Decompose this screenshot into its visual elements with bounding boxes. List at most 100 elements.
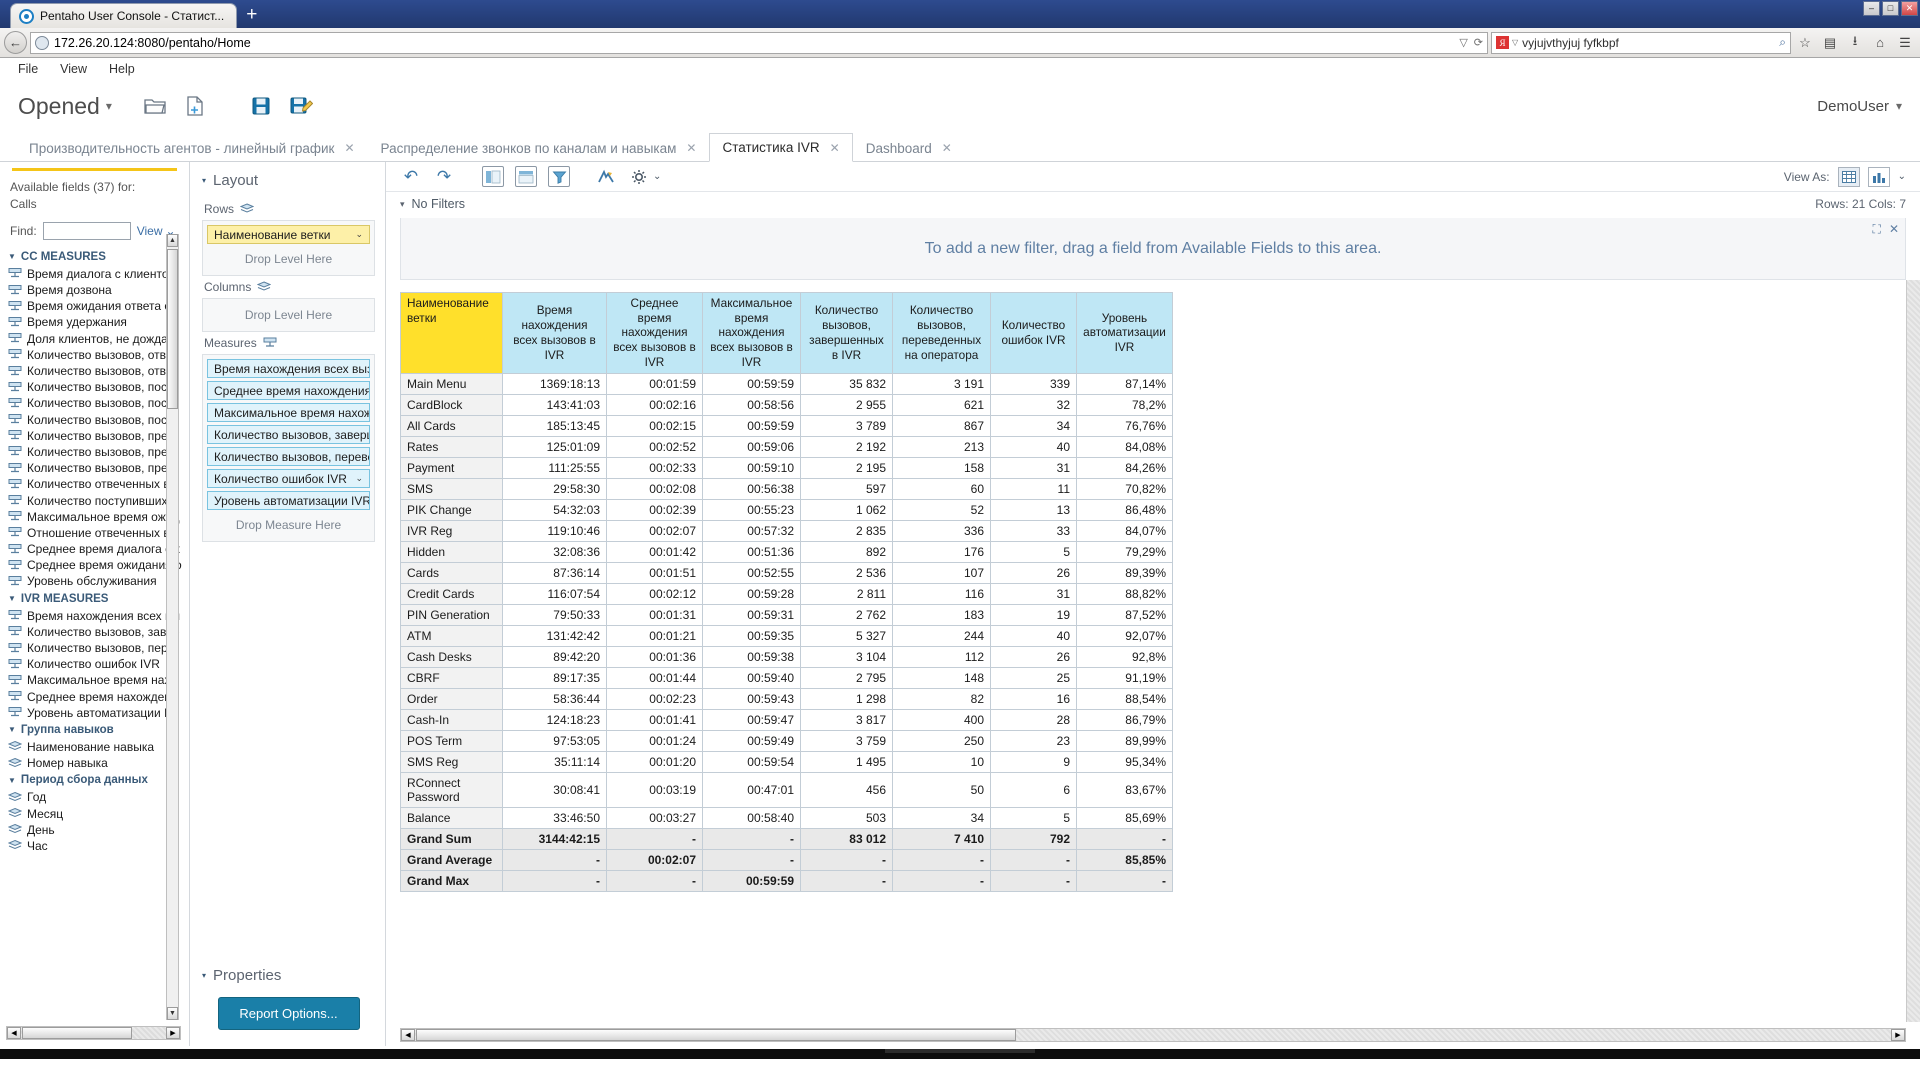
field-item[interactable]: Время ожидания ответа оп <box>8 298 189 314</box>
settings-icon[interactable] <box>628 166 650 187</box>
row-header-cell[interactable]: Cash Desks <box>401 646 503 667</box>
close-icon[interactable]: ✕ <box>942 141 952 155</box>
row-header-cell[interactable]: Cash-In <box>401 709 503 730</box>
row-header-cell[interactable]: CBRF <box>401 667 503 688</box>
pivot-horizontal-scrollbar[interactable]: ◀ ▶ <box>400 1028 1906 1042</box>
doc-tab-agent-performance[interactable]: Производительность агентов - линейный гр… <box>16 133 368 162</box>
row-header-cell[interactable]: Payment <box>401 457 503 478</box>
field-item[interactable]: Уровень обслуживания <box>8 573 189 589</box>
row-header-cell[interactable]: SMS <box>401 478 503 499</box>
table-row[interactable]: ATM131:42:4200:01:2100:59:355 3272444092… <box>401 625 1173 646</box>
scroll-left-arrow-icon[interactable]: ◀ <box>401 1029 415 1041</box>
scroll-left-arrow-icon[interactable]: ◀ <box>7 1027 21 1039</box>
table-column-header[interactable]: Количество ошибок IVR <box>991 293 1077 374</box>
open-folder-icon[interactable] <box>142 93 168 119</box>
browser-tab[interactable]: Pentaho User Console - Статист... <box>10 3 237 28</box>
filter-icon[interactable] <box>548 166 570 187</box>
field-item[interactable]: Время дозвона <box>8 282 189 298</box>
search-magnifier-icon[interactable]: ⌕ <box>1779 35 1786 50</box>
table-row[interactable]: Main Menu1369:18:1300:01:5900:59:5935 83… <box>401 373 1173 394</box>
columns-dropzone[interactable]: Drop Level Here <box>202 298 375 332</box>
table-row[interactable]: PIK Change54:32:0300:02:3900:55:231 0625… <box>401 499 1173 520</box>
scroll-right-arrow-icon[interactable]: ▶ <box>1891 1029 1905 1041</box>
doc-tab-ivr-statistics[interactable]: Статистика IVR ✕ <box>709 133 852 162</box>
table-row[interactable]: Credit Cards116:07:5400:02:1200:59:282 8… <box>401 583 1173 604</box>
field-item[interactable]: Среднее время диалога с к <box>8 541 189 557</box>
table-row[interactable]: CBRF89:17:3500:01:4400:59:402 7951482591… <box>401 667 1173 688</box>
filter-dropzone[interactable]: To add a new filter, drag a field from A… <box>400 218 1906 280</box>
row-header-cell[interactable]: All Cards <box>401 415 503 436</box>
measure-chip[interactable]: Количество ошибок IVR⌄ <box>207 469 370 488</box>
table-row[interactable]: Rates125:01:0900:02:5200:59:062 19221340… <box>401 436 1173 457</box>
field-item[interactable]: Час <box>8 838 189 854</box>
columns-layout-icon[interactable] <box>515 166 537 187</box>
field-item[interactable]: Количество ошибок IVR <box>8 656 189 672</box>
row-level-chip[interactable]: Наименование ветки ⌄ <box>207 225 370 244</box>
new-tab-button[interactable]: + <box>246 5 257 24</box>
table-row[interactable]: POS Term97:53:0500:01:2400:59:493 759250… <box>401 730 1173 751</box>
properties-section-title[interactable]: ▾ Properties <box>202 967 375 984</box>
home-icon[interactable]: ⌂ <box>1869 32 1891 54</box>
row-header-cell[interactable]: PIN Generation <box>401 604 503 625</box>
table-column-header[interactable]: Количество вызовов, переведенных на опер… <box>893 293 991 374</box>
field-item[interactable]: Максимальное время нахо <box>8 672 189 688</box>
field-item[interactable]: Количество вызовов, прер <box>8 444 189 460</box>
field-group-4[interactable]: ▼Период сбора данных <box>8 771 189 789</box>
mdx-icon[interactable] <box>595 166 617 187</box>
row-header-cell[interactable]: Balance <box>401 807 503 828</box>
scroll-up-arrow-icon[interactable]: ▲ <box>167 234 178 247</box>
field-item[interactable]: Месяц <box>8 805 189 821</box>
row-header-cell[interactable]: Credit Cards <box>401 583 503 604</box>
redo-icon[interactable]: ↷ <box>433 166 455 187</box>
search-input[interactable] <box>43 222 131 240</box>
table-row[interactable]: SMS Reg35:11:1400:01:2000:59:541 4951099… <box>401 751 1173 772</box>
table-column-header[interactable]: Максимальное время нахождения всех вызов… <box>703 293 801 374</box>
measure-chip[interactable]: Количество вызовов, завершенн <box>207 425 370 444</box>
downloads-icon[interactable]: ⭳ <box>1844 32 1866 54</box>
table-row[interactable]: Hidden32:08:3600:01:4200:51:36892176579,… <box>401 541 1173 562</box>
field-item[interactable]: Время нахождения всех вы <box>8 608 189 624</box>
library-icon[interactable]: ▤ <box>1819 32 1841 54</box>
field-item[interactable]: День <box>8 822 189 838</box>
table-column-header[interactable]: Среднее время нахождения всех вызовов в … <box>607 293 703 374</box>
save-icon[interactable] <box>248 93 274 119</box>
report-options-button[interactable]: Report Options... <box>218 997 360 1030</box>
row-header-cell[interactable]: Cards <box>401 562 503 583</box>
row-header-cell[interactable]: SMS Reg <box>401 751 503 772</box>
field-item[interactable]: Количество вызовов, посту <box>8 379 189 395</box>
measures-dropzone[interactable]: Время нахождения всех вызововСреднее вре… <box>202 354 375 542</box>
chart-caret-icon[interactable]: ⌄ <box>1898 171 1906 182</box>
field-item[interactable]: Наименование навыка <box>8 739 189 755</box>
fields-horizontal-scrollbar[interactable]: ◀ ▶ <box>6 1026 181 1040</box>
field-item[interactable]: Номер навыка <box>8 755 189 771</box>
table-column-header[interactable]: Количество вызовов, завершенных в IVR <box>801 293 893 374</box>
browser-menu-icon[interactable]: ☰ <box>1894 32 1916 54</box>
row-header-cell[interactable]: RConnect Password <box>401 772 503 807</box>
field-item[interactable]: Количество вызовов, посту <box>8 395 189 411</box>
table-row[interactable]: Cash Desks89:42:2000:01:3600:59:383 1041… <box>401 646 1173 667</box>
address-dropdown-icon[interactable]: ▽ <box>1459 36 1467 49</box>
field-item[interactable]: Количество вызовов, отвеч <box>8 347 189 363</box>
table-row[interactable]: CardBlock143:41:0300:02:1600:58:562 9556… <box>401 394 1173 415</box>
new-file-icon[interactable] <box>182 93 208 119</box>
table-row[interactable]: Order58:36:4400:02:2300:59:431 298821688… <box>401 688 1173 709</box>
table-row[interactable]: RConnect Password30:08:4100:03:1900:47:0… <box>401 772 1173 807</box>
table-row[interactable]: Cash-In124:18:2300:01:4100:59:473 817400… <box>401 709 1173 730</box>
field-item[interactable]: Количество вызовов, отвеч <box>8 363 189 379</box>
field-item[interactable]: Количество поступивших в <box>8 492 189 508</box>
search-engine-icon[interactable]: Я <box>1496 36 1509 49</box>
rows-dropzone[interactable]: Наименование ветки ⌄ Drop Level Here <box>202 220 375 276</box>
field-item[interactable]: Доля клиентов, не дождав <box>8 331 189 347</box>
field-item[interactable]: Время диалога с клиентом <box>8 266 189 282</box>
save-as-icon[interactable] <box>288 93 314 119</box>
field-item[interactable]: Количество вызовов, прер <box>8 428 189 444</box>
row-header-cell[interactable]: POS Term <box>401 730 503 751</box>
scrollbar-thumb[interactable] <box>416 1029 1016 1041</box>
table-row[interactable]: Cards87:36:1400:01:5100:52:552 536107268… <box>401 562 1173 583</box>
field-list[interactable]: ▼CC MEASURESВремя диалога с клиентомВрем… <box>0 246 189 1046</box>
table-row[interactable]: All Cards185:13:4500:02:1500:59:593 7898… <box>401 415 1173 436</box>
menu-help[interactable]: Help <box>109 62 135 76</box>
search-bar[interactable]: Я ▽ vyjujvthyjuj fyfkbpf ⌕ <box>1491 32 1791 54</box>
close-icon[interactable]: ✕ <box>344 141 354 155</box>
table-column-header[interactable]: Время нахождения всех вызовов в IVR <box>503 293 607 374</box>
